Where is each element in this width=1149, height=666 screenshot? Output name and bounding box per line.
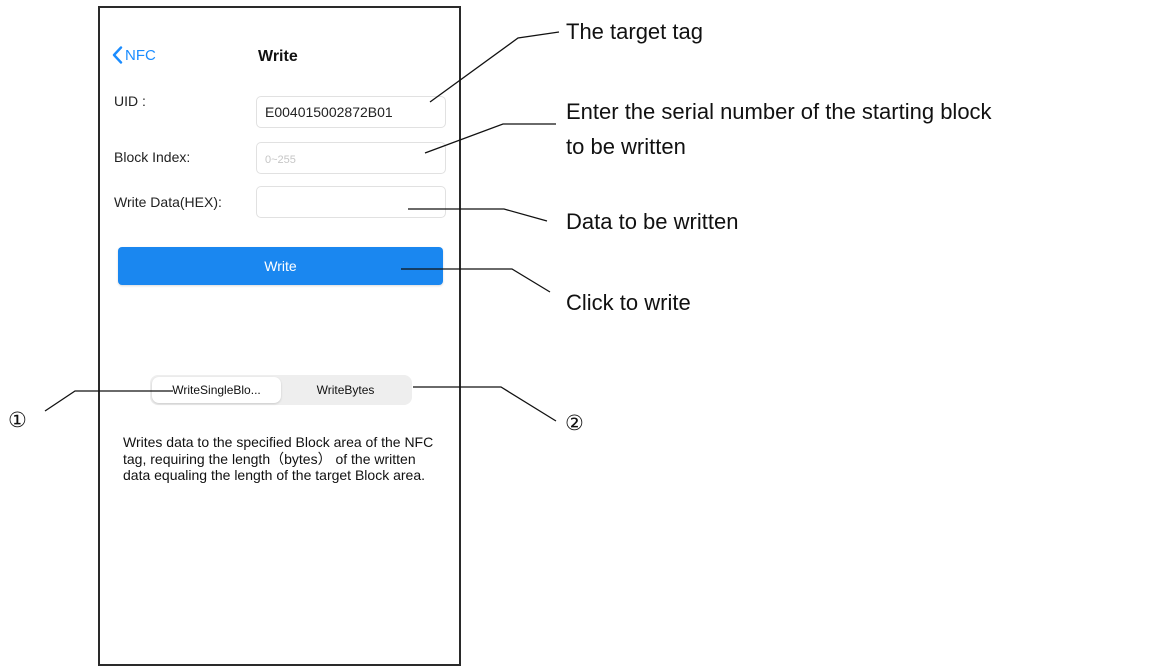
callout-data-to-write: Data to be written <box>566 209 739 234</box>
marker-2: ② <box>565 411 584 435</box>
leader-target-tag <box>429 31 560 103</box>
callout-target-tag: The target tag <box>566 19 703 44</box>
callout-starting-block-line1: Enter the serial number of the starting … <box>566 99 992 124</box>
leader-data-to-write <box>408 208 548 222</box>
leader-marker-1 <box>44 390 173 412</box>
callout-starting-block-line2: to be written <box>566 134 686 159</box>
leader-starting-block <box>424 123 556 154</box>
leader-click-to-write <box>401 268 551 293</box>
leader-marker-2 <box>413 386 557 422</box>
callout-click-to-write: Click to write <box>566 290 691 315</box>
marker-1: ① <box>8 408 27 432</box>
